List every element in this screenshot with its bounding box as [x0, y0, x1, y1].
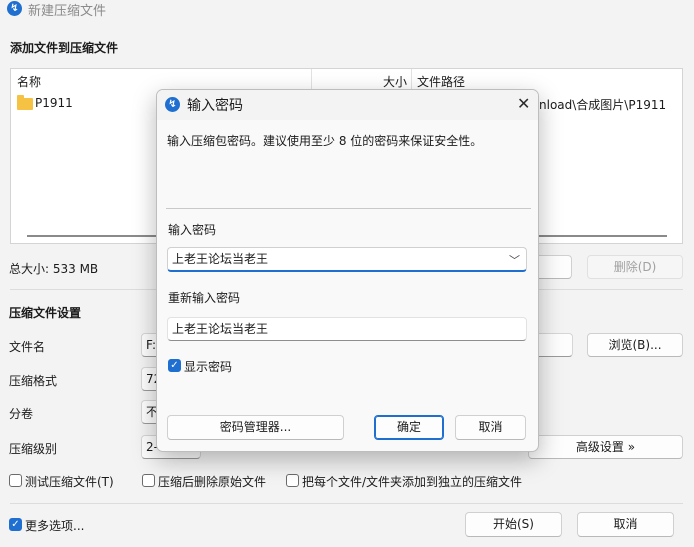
close-icon[interactable]: ✕ — [517, 96, 530, 112]
ok-button[interactable]: 确定 — [374, 415, 444, 440]
reenter-password-label: 重新输入密码 — [168, 291, 241, 305]
file-path: nload\合成图片\P1911 — [539, 98, 667, 112]
app-logo-icon: ↯ — [7, 1, 22, 16]
column-separator[interactable] — [411, 69, 412, 91]
more-options-checkbox[interactable]: ✓ — [9, 518, 22, 531]
reenter-password-input[interactable]: 上老王论坛当老王 — [167, 317, 527, 341]
dialog-title: 输入密码 — [187, 98, 243, 114]
show-password-label: 显示密码 — [184, 360, 233, 374]
delete-button[interactable]: 删除(D) — [587, 255, 683, 279]
file-name: P1911 — [35, 96, 73, 110]
dialog-logo-icon: ↯ — [165, 97, 180, 112]
files-section-title: 添加文件到压缩文件 — [10, 41, 119, 55]
start-button[interactable]: 开始(S) — [465, 512, 562, 537]
main-titlebar: ↯ 新建压缩文件 — [0, 0, 694, 19]
test-archive-label: 测试压缩文件(T) — [25, 475, 114, 489]
chevron-down-icon[interactable]: ﹀ — [509, 250, 520, 272]
window-title: 新建压缩文件 — [28, 4, 107, 19]
level-label: 压缩级别 — [9, 442, 58, 456]
show-password-checkbox[interactable]: ✓ — [168, 359, 181, 372]
volume-label: 分卷 — [9, 407, 34, 421]
folder-icon — [17, 95, 33, 110]
password-value: 上老王论坛当老王 — [172, 252, 269, 266]
test-archive-checkbox[interactable] — [9, 474, 22, 487]
password-label: 输入密码 — [168, 223, 217, 237]
dialog-divider — [166, 208, 531, 209]
column-header-size[interactable]: 大小 — [383, 73, 407, 90]
password-dialog: ↯ 输入密码 ✕ 输入压缩包密码。建议使用至少 8 位的密码来保证安全性。 输入… — [156, 89, 539, 452]
column-header-name[interactable]: 名称 — [17, 73, 41, 90]
settings-section-title: 压缩文件设置 — [9, 306, 82, 320]
total-size: 总大小: 533 MB — [9, 262, 99, 276]
column-separator[interactable] — [311, 69, 312, 91]
advanced-settings-button[interactable]: 高级设置 » — [528, 435, 683, 459]
separate-archives-checkbox[interactable] — [286, 474, 299, 487]
browse-button[interactable]: 浏览(B)... — [587, 333, 683, 357]
more-options-label: 更多选项... — [25, 519, 85, 533]
footer-cancel-button[interactable]: 取消 — [577, 512, 674, 537]
format-label: 压缩格式 — [9, 374, 58, 388]
dialog-description: 输入压缩包密码。建议使用至少 8 位的密码来保证安全性。 — [167, 134, 483, 148]
footer-divider — [10, 503, 683, 504]
dialog-titlebar: ↯ 输入密码 ✕ — [157, 90, 538, 120]
separate-archives-label: 把每个文件/文件夹添加到独立的压缩文件 — [302, 475, 523, 489]
column-header-path[interactable]: 文件路径 — [417, 73, 465, 90]
password-manager-button[interactable]: 密码管理器... — [167, 415, 344, 440]
delete-after-label: 压缩后删除原始文件 — [158, 475, 267, 489]
filename-label: 文件名 — [9, 340, 46, 354]
delete-after-checkbox[interactable] — [142, 474, 155, 487]
password-input[interactable]: 上老王论坛当老王 ﹀ — [167, 247, 527, 272]
dialog-cancel-button[interactable]: 取消 — [455, 415, 526, 440]
